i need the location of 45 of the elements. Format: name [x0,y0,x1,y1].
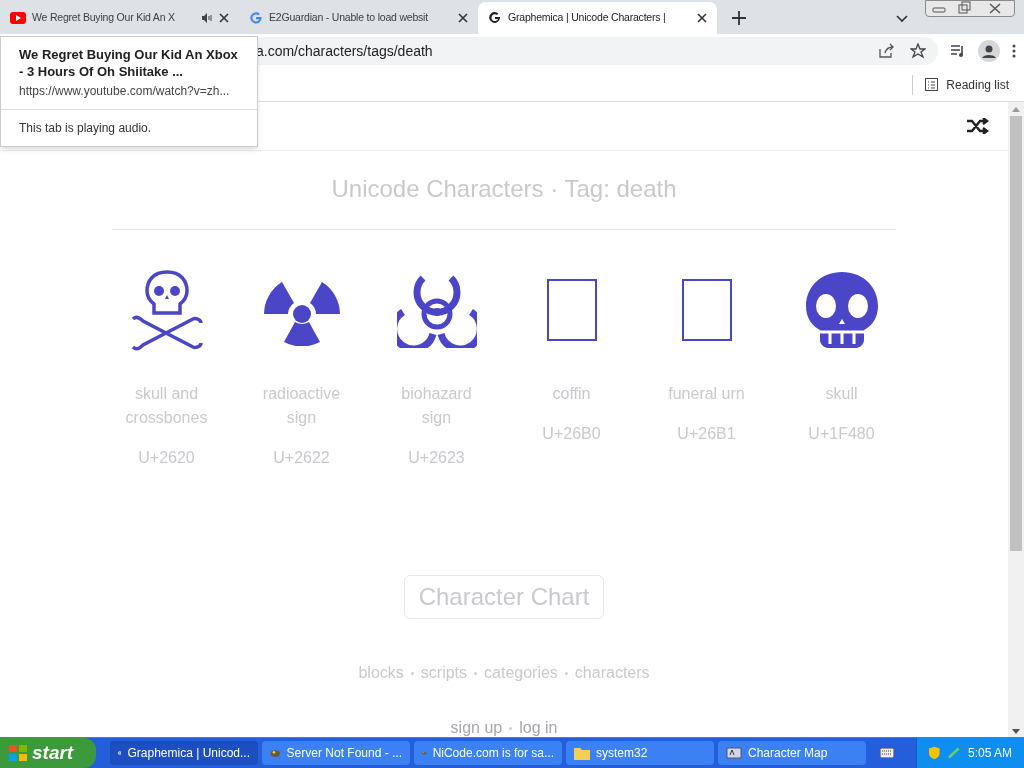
new-tab-icon[interactable] [732,11,746,25]
scroll-down-icon[interactable] [1012,729,1020,734]
windows-logo-icon [8,744,28,762]
account-link[interactable]: sign up [450,719,503,737]
tab-title: We Regret Buying Our Kid An X [32,10,176,26]
scrollbar[interactable] [1008,102,1024,737]
tooltip-url: https://www.youtube.com/watch?v=zh... [19,83,231,100]
taskbar-item[interactable]: Character Map [718,741,866,765]
speaker-icon [201,12,213,24]
media-control-icon[interactable] [950,44,966,58]
star-icon[interactable] [910,43,926,59]
google-icon [249,11,263,25]
shuffle-icon[interactable] [967,118,989,134]
taskbar-item[interactable]: NiCode.com is for sa... [414,741,562,765]
close-icon[interactable] [219,13,229,23]
url-text: a.com/characters/tags/death [256,41,434,61]
keyboard-icon[interactable] [880,748,894,758]
g-logo-icon [488,11,502,25]
skull-icon [805,272,878,348]
empty-box-icon [546,279,597,341]
browser-tab[interactable]: E2Guardian - Unable to load websit [239,2,478,34]
taskbar-item[interactable]: system32 [566,741,714,765]
tab-title: E2Guardian - Unable to load websit [269,10,429,26]
chevron-down-icon[interactable] [896,15,908,23]
taskbar-item[interactable]: Graphemica | Unicod... [110,741,258,765]
clock: 5:05 AM [967,745,1012,762]
taskbar-item[interactable]: Server Not Found - ... [262,741,410,765]
character-map-icon [726,746,742,760]
start-button[interactable]: start [0,738,96,768]
browser-tab[interactable]: Graphemica | Unicode Characters | [478,2,717,34]
close-icon[interactable] [458,13,468,23]
list-icon [925,78,939,91]
tooltip-note: This tab is playing audio. [1,109,257,146]
more-icon[interactable] [1012,44,1016,58]
browser-tab[interactable]: We Regret Buying Our Kid An X [0,2,239,34]
folder-icon [574,746,590,760]
empty-box-icon [681,279,732,341]
close-icon[interactable] [697,13,707,23]
account-link[interactable]: log in [519,719,558,737]
share-icon[interactable] [878,43,894,59]
profile-icon[interactable] [978,40,1000,62]
reading-list-button[interactable]: Reading list [925,75,1009,94]
youtube-icon [10,12,26,24]
tab-title: Graphemica | Unicode Characters | [508,10,667,26]
scrollbar-thumb[interactable] [1010,116,1022,551]
